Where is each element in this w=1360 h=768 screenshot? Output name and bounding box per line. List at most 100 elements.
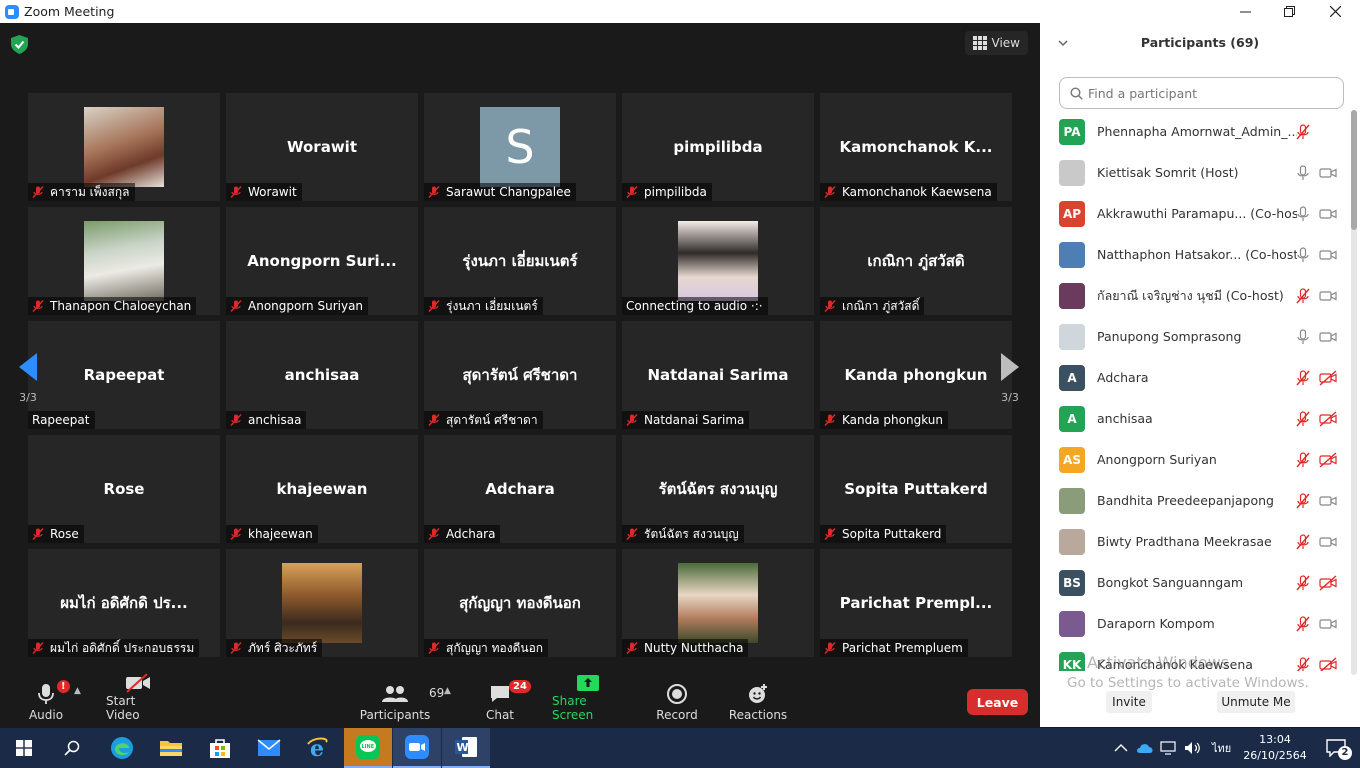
participant-row[interactable]: Daraporn Kompom xyxy=(1040,603,1350,644)
video-tile[interactable]: pimpilibda pimpilibda xyxy=(622,93,814,201)
close-button[interactable] xyxy=(1312,0,1358,23)
video-tile[interactable]: รัตน์ฉัตร สงวนบุญ รัตน์ฉัตร สงวนบุญ xyxy=(622,435,814,543)
participant-row[interactable]: Aanchisaa xyxy=(1040,398,1350,439)
taskbar-internet-explorer[interactable]: e xyxy=(294,728,342,768)
mic-muted-icon[interactable] xyxy=(1296,287,1310,304)
video-tile[interactable]: Thanapon Chaloeychan xyxy=(28,207,220,315)
taskbar-file-explorer[interactable] xyxy=(147,728,195,768)
encryption-shield-icon[interactable] xyxy=(11,35,28,54)
video-off-icon[interactable] xyxy=(1319,574,1337,591)
taskbar-word[interactable]: W xyxy=(442,728,490,768)
video-camera-icon[interactable] xyxy=(1319,165,1337,181)
video-tile[interactable]: Adchara Adchara xyxy=(424,435,616,543)
participant-list-scrollbar[interactable] xyxy=(1351,110,1357,675)
video-tile[interactable]: ผมไก่ อดิศักดิ ปร... ผมไก่ อดิศักดิ์ ประก… xyxy=(28,549,220,657)
participant-row[interactable]: Kiettisak Somrit (Host) xyxy=(1040,152,1350,193)
participant-row[interactable]: Biwty Pradthana Meekrasae xyxy=(1040,521,1350,562)
chevron-up-icon[interactable] xyxy=(1114,743,1128,753)
view-button[interactable]: View xyxy=(964,31,1028,55)
video-off-icon[interactable] xyxy=(1319,656,1337,672)
taskbar-line[interactable]: LINE xyxy=(344,728,392,768)
participant-row[interactable]: PA Phennapha Amornwat_Admin_... (Me) xyxy=(1040,111,1350,152)
video-tile[interactable]: Sopita Puttakerd Sopita Puttakerd xyxy=(820,435,1012,543)
video-tile[interactable]: khajeewan khajeewan xyxy=(226,435,418,543)
reactions-button[interactable]: Reactions xyxy=(729,672,787,728)
start-video-button[interactable]: Start Video xyxy=(106,672,170,728)
video-tile[interactable]: คาราม เพ็งสกุล xyxy=(28,93,220,201)
video-tile[interactable]: ภัทร์ ศิวะภัทร์ xyxy=(226,549,418,657)
input-language[interactable]: ไทย xyxy=(1212,739,1231,757)
video-tile[interactable]: Kanda phongkun Kanda phongkun xyxy=(820,321,1012,429)
mic-muted-icon[interactable] xyxy=(1296,369,1310,386)
maximize-button[interactable] xyxy=(1266,0,1312,23)
mic-muted-icon[interactable] xyxy=(1296,533,1310,550)
video-tile[interactable]: Parichat Prempl... Parichat Prempluem xyxy=(820,549,1012,657)
video-tile[interactable]: Kamonchanok K... Kamonchanok Kaewsena xyxy=(820,93,1012,201)
video-tile[interactable]: Rapeepat Rapeepat xyxy=(28,321,220,429)
taskbar-mail[interactable] xyxy=(245,728,293,768)
video-tile[interactable]: Anongporn Suri... Anongporn Suriyan xyxy=(226,207,418,315)
mic-muted-icon[interactable] xyxy=(1296,123,1310,140)
video-camera-icon[interactable] xyxy=(1319,247,1337,263)
leave-button[interactable]: Leave xyxy=(967,689,1028,715)
audio-button[interactable]: ! Audio xyxy=(26,672,70,728)
video-tile[interactable]: S Sarawut Changpalee xyxy=(424,93,616,201)
invite-button[interactable]: Invite xyxy=(1106,691,1152,713)
video-camera-icon[interactable] xyxy=(1319,616,1337,632)
participant-search-input[interactable]: Find a participant xyxy=(1059,77,1344,109)
participants-button[interactable]: 69 Participants xyxy=(360,672,444,728)
video-camera-icon[interactable] xyxy=(1319,329,1337,345)
record-button[interactable]: Record xyxy=(654,672,700,728)
video-tile[interactable]: รุ่งนภา เอี่ยมเนตร์ รุ่งนภา เอี่ยมเนตร์ xyxy=(424,207,616,315)
participant-row[interactable]: Panupong Somprasong xyxy=(1040,316,1350,357)
mic-muted-icon[interactable] xyxy=(1296,615,1310,632)
video-camera-icon[interactable] xyxy=(1319,534,1337,550)
taskbar-edge[interactable] xyxy=(98,728,146,768)
next-page-button[interactable]: 3/3 xyxy=(994,330,1026,426)
participant-row[interactable]: AS Anongporn Suriyan xyxy=(1040,439,1350,480)
video-off-icon[interactable] xyxy=(1319,369,1337,386)
video-tile[interactable]: anchisaa anchisaa xyxy=(226,321,418,429)
mic-muted-icon[interactable] xyxy=(1296,492,1310,509)
participant-row[interactable]: AP Akkrawuthi Paramapu... (Co-host) xyxy=(1040,193,1350,234)
mic-muted-icon[interactable] xyxy=(1296,451,1310,468)
video-tile[interactable]: Connecting to audio ·:· xyxy=(622,207,814,315)
onedrive-cloud-icon[interactable] xyxy=(1136,742,1154,754)
network-icon[interactable] xyxy=(1160,741,1178,755)
start-button[interactable] xyxy=(0,728,48,768)
video-tile[interactable]: เกณิกา ภู่สวัสดิ เกณิกา ภู่สวัสดิ์ xyxy=(820,207,1012,315)
participant-row[interactable]: Natthaphon Hatsakor... (Co-host) xyxy=(1040,234,1350,275)
video-off-icon[interactable] xyxy=(1319,410,1337,427)
participant-row[interactable]: A Adchara xyxy=(1040,357,1350,398)
participant-row[interactable]: BS Bongkot Sanguanngam xyxy=(1040,562,1350,603)
mic-muted-icon[interactable] xyxy=(1296,410,1310,427)
prev-page-button[interactable]: 3/3 xyxy=(12,330,44,426)
mic-muted-icon[interactable] xyxy=(1296,574,1310,591)
taskbar-zoom[interactable] xyxy=(393,728,441,768)
video-camera-icon[interactable] xyxy=(1319,493,1337,509)
video-camera-icon[interactable] xyxy=(1319,206,1337,222)
microphone-icon[interactable] xyxy=(1296,164,1310,181)
microphone-icon[interactable] xyxy=(1296,246,1310,263)
participant-row[interactable]: Bandhita Preedeepanjapong xyxy=(1040,480,1350,521)
video-tile[interactable]: Nutty Nutthacha xyxy=(622,549,814,657)
taskbar-search-button[interactable] xyxy=(48,728,96,768)
video-camera-icon[interactable] xyxy=(1319,288,1337,304)
chat-button[interactable]: 24 Chat xyxy=(482,672,531,728)
microphone-icon[interactable] xyxy=(1296,328,1310,345)
scrollbar-thumb[interactable] xyxy=(1351,110,1357,230)
video-tile[interactable]: Natdanai Sarima Natdanai Sarima xyxy=(622,321,814,429)
video-tile[interactable]: Worawit Worawit xyxy=(226,93,418,201)
unmute-me-button[interactable]: Unmute Me xyxy=(1217,691,1295,713)
taskbar-store[interactable] xyxy=(196,728,244,768)
volume-icon[interactable] xyxy=(1184,741,1202,755)
share-screen-button[interactable]: Share Screen xyxy=(552,672,624,728)
video-off-icon[interactable] xyxy=(1319,451,1337,468)
notifications-button[interactable]: 2 xyxy=(1312,728,1360,768)
video-tile[interactable]: Rose Rose xyxy=(28,435,220,543)
participant-row[interactable]: กัลยาณี เจริญช่าง นุชมี (Co-host) xyxy=(1040,275,1350,316)
audio-options-caret[interactable]: ▲ xyxy=(74,686,81,696)
participants-options-caret[interactable]: ▲ xyxy=(444,686,451,696)
video-tile[interactable]: สุดารัตน์ ศรีชาดา สุดารัตน์ ศรีชาดา xyxy=(424,321,616,429)
video-tile[interactable]: สุกัญญา ทองดีนอก สุกัญญา ทองดีนอก xyxy=(424,549,616,657)
